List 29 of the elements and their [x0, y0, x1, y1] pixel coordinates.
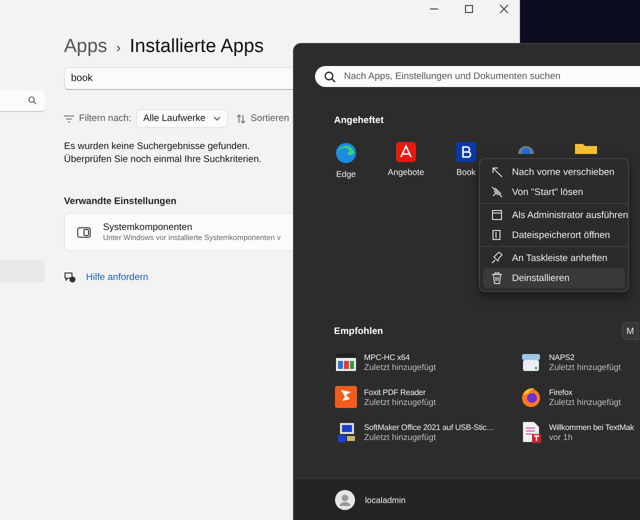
app-label[interactable]: Angebote	[388, 167, 424, 177]
card-title: Systemkomponenten	[103, 222, 194, 233]
drive-filter-dropdown[interactable]: Alle Laufwerke	[136, 109, 228, 128]
recommended-item[interactable]: Firefox Zuletzt hinzugefügt	[520, 386, 640, 408]
menu-item[interactable]: Deinstallieren	[483, 268, 625, 288]
recommended-item[interactable]: Willkommen bei TextMak vor 1h	[520, 421, 640, 443]
recommended-item[interactable]: Foxit PDF Reader Zuletzt hinzugefügt	[335, 386, 520, 408]
menu-item[interactable]: Dateispeicherort öffnen	[483, 225, 625, 245]
breadcrumb-separator: ›	[116, 40, 121, 55]
menu-item[interactable]: An Taskleiste anheften	[483, 248, 625, 268]
no-results-message: Es wurden keine Suchergebnisse gefunden. Überprüfen Sie noch einmal Ihre Suchkriterien.	[64, 140, 262, 166]
recommended-item[interactable]: MPC-HC x64 Zuletzt hinzugefügt	[335, 351, 520, 373]
app-label[interactable]: Book	[456, 167, 476, 177]
menu-item[interactable]: Als Administrator ausführen	[483, 205, 625, 225]
breadcrumb-link[interactable]: Apps	[64, 36, 108, 58]
start-search-field[interactable]: Nach Apps, Einstellungen und Dokumenten suchen	[315, 66, 640, 87]
section-heading: Angeheftet	[334, 115, 385, 126]
help-link[interactable]: Hilfe anfordern	[86, 272, 148, 282]
recommended-item[interactable]: NAPS2 Zuletzt hinzugefügt	[520, 351, 640, 373]
recommended-item[interactable]: SoftMaker Office 2021 auf USB-Stic… Zuletzt hinzugefügt	[335, 421, 520, 443]
sort-label[interactable]: Sortieren	[250, 113, 290, 124]
menu-item[interactable]: Nach vorne verschieben	[483, 162, 625, 182]
filter-label: Filtern nach:	[79, 113, 132, 124]
more-button[interactable]: M	[622, 322, 639, 340]
page-title: Installierte Apps	[130, 36, 264, 58]
app-label[interactable]: Edge	[336, 169, 356, 179]
section-heading: Verwandte Einstellungen	[64, 196, 178, 207]
section-heading: Empfohlen	[334, 326, 384, 336]
menu-item[interactable]: Von "Start" lösen	[483, 182, 625, 202]
